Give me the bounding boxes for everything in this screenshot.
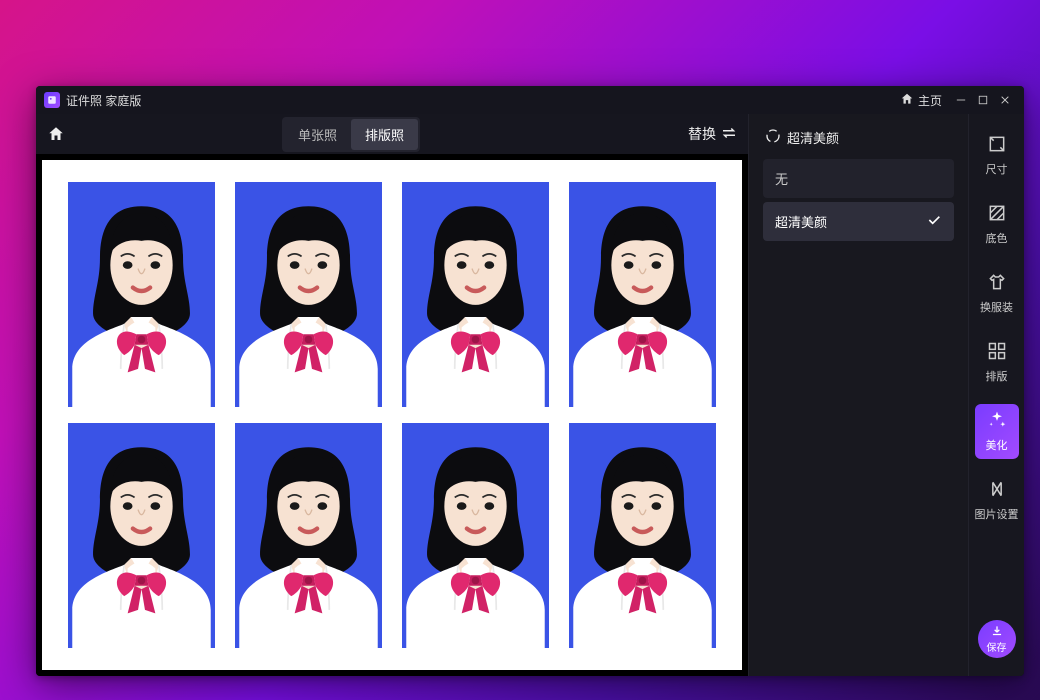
check-icon bbox=[926, 212, 942, 231]
nav-rail: 尺寸底色换服装排版美化图片设置保存 bbox=[968, 114, 1024, 676]
nav-item-beautify[interactable]: 美化 bbox=[975, 404, 1019, 459]
app-title: 证件照 家庭版 bbox=[66, 92, 141, 109]
canvas-column: 单张照 排版照 替换 bbox=[36, 114, 748, 676]
photo-cell bbox=[225, 174, 392, 415]
canvas-toolbar: 单张照 排版照 替换 bbox=[36, 114, 748, 154]
view-tabs: 单张照 排版照 bbox=[282, 117, 420, 152]
main-area: 单张照 排版照 替换 bbox=[36, 114, 1024, 676]
id-photo[interactable] bbox=[235, 423, 382, 648]
swap-icon bbox=[720, 124, 738, 145]
id-photo[interactable] bbox=[68, 423, 215, 648]
photo-cell bbox=[559, 415, 726, 656]
replace-button[interactable]: 替换 bbox=[688, 124, 738, 145]
photo-cell bbox=[392, 174, 559, 415]
nav-label: 美化 bbox=[986, 437, 1008, 453]
save-label: 保存 bbox=[987, 639, 1007, 654]
photo-cell bbox=[58, 415, 225, 656]
save-button[interactable]: 保存 bbox=[978, 620, 1016, 658]
nav-label: 尺寸 bbox=[986, 161, 1008, 177]
side-panel: 超清美颜 无超清美颜 bbox=[748, 114, 968, 676]
replace-label: 替换 bbox=[688, 124, 716, 144]
id-photo[interactable] bbox=[402, 182, 549, 407]
imgset-icon bbox=[987, 479, 1007, 502]
photo-cell bbox=[58, 174, 225, 415]
toolbar-home-button[interactable] bbox=[46, 124, 66, 144]
titlebar: 证件照 家庭版 主页 bbox=[36, 86, 1024, 114]
nav-label: 图片设置 bbox=[975, 506, 1019, 522]
size-icon bbox=[987, 134, 1007, 157]
beautify-icon bbox=[987, 410, 1007, 433]
titlebar-home-label: 主页 bbox=[918, 92, 942, 109]
app-icon bbox=[44, 92, 60, 108]
beauty-option[interactable]: 超清美颜 bbox=[763, 202, 954, 241]
sparkle-loading-icon bbox=[765, 128, 781, 147]
nav-label: 换服装 bbox=[980, 299, 1013, 315]
id-photo[interactable] bbox=[569, 182, 716, 407]
panel-title-row: 超清美颜 bbox=[763, 128, 954, 159]
close-button[interactable] bbox=[994, 90, 1016, 110]
option-list: 无超清美颜 bbox=[763, 159, 954, 241]
maximize-button[interactable] bbox=[972, 90, 994, 110]
nav-item-layout[interactable]: 排版 bbox=[975, 335, 1019, 390]
id-photo[interactable] bbox=[235, 182, 382, 407]
home-icon bbox=[900, 92, 914, 109]
photo-cell bbox=[392, 415, 559, 656]
option-label: 超清美颜 bbox=[775, 212, 827, 231]
beauty-option[interactable]: 无 bbox=[763, 159, 954, 198]
panel-title: 超清美颜 bbox=[787, 128, 839, 147]
photo-sheet bbox=[42, 160, 742, 670]
id-photo[interactable] bbox=[402, 423, 549, 648]
outfit-icon bbox=[987, 272, 1007, 295]
tab-sheet[interactable]: 排版照 bbox=[351, 119, 418, 150]
app-window: 证件照 家庭版 主页 单张照 排版照 bbox=[36, 86, 1024, 676]
photo-cell bbox=[559, 174, 726, 415]
photo-cell bbox=[225, 415, 392, 656]
nav-label: 底色 bbox=[986, 230, 1008, 246]
option-label: 无 bbox=[775, 169, 788, 188]
nav-item-outfit[interactable]: 换服装 bbox=[975, 266, 1019, 321]
tab-single[interactable]: 单张照 bbox=[284, 119, 351, 150]
titlebar-home-link[interactable]: 主页 bbox=[900, 92, 942, 109]
bg-icon bbox=[987, 203, 1007, 226]
nav-item-bg[interactable]: 底色 bbox=[975, 197, 1019, 252]
nav-label: 排版 bbox=[986, 368, 1008, 384]
minimize-button[interactable] bbox=[950, 90, 972, 110]
nav-item-size[interactable]: 尺寸 bbox=[975, 128, 1019, 183]
canvas-area bbox=[36, 154, 748, 676]
nav-item-imgset[interactable]: 图片设置 bbox=[975, 473, 1019, 528]
id-photo[interactable] bbox=[569, 423, 716, 648]
layout-icon bbox=[987, 341, 1007, 364]
id-photo[interactable] bbox=[68, 182, 215, 407]
